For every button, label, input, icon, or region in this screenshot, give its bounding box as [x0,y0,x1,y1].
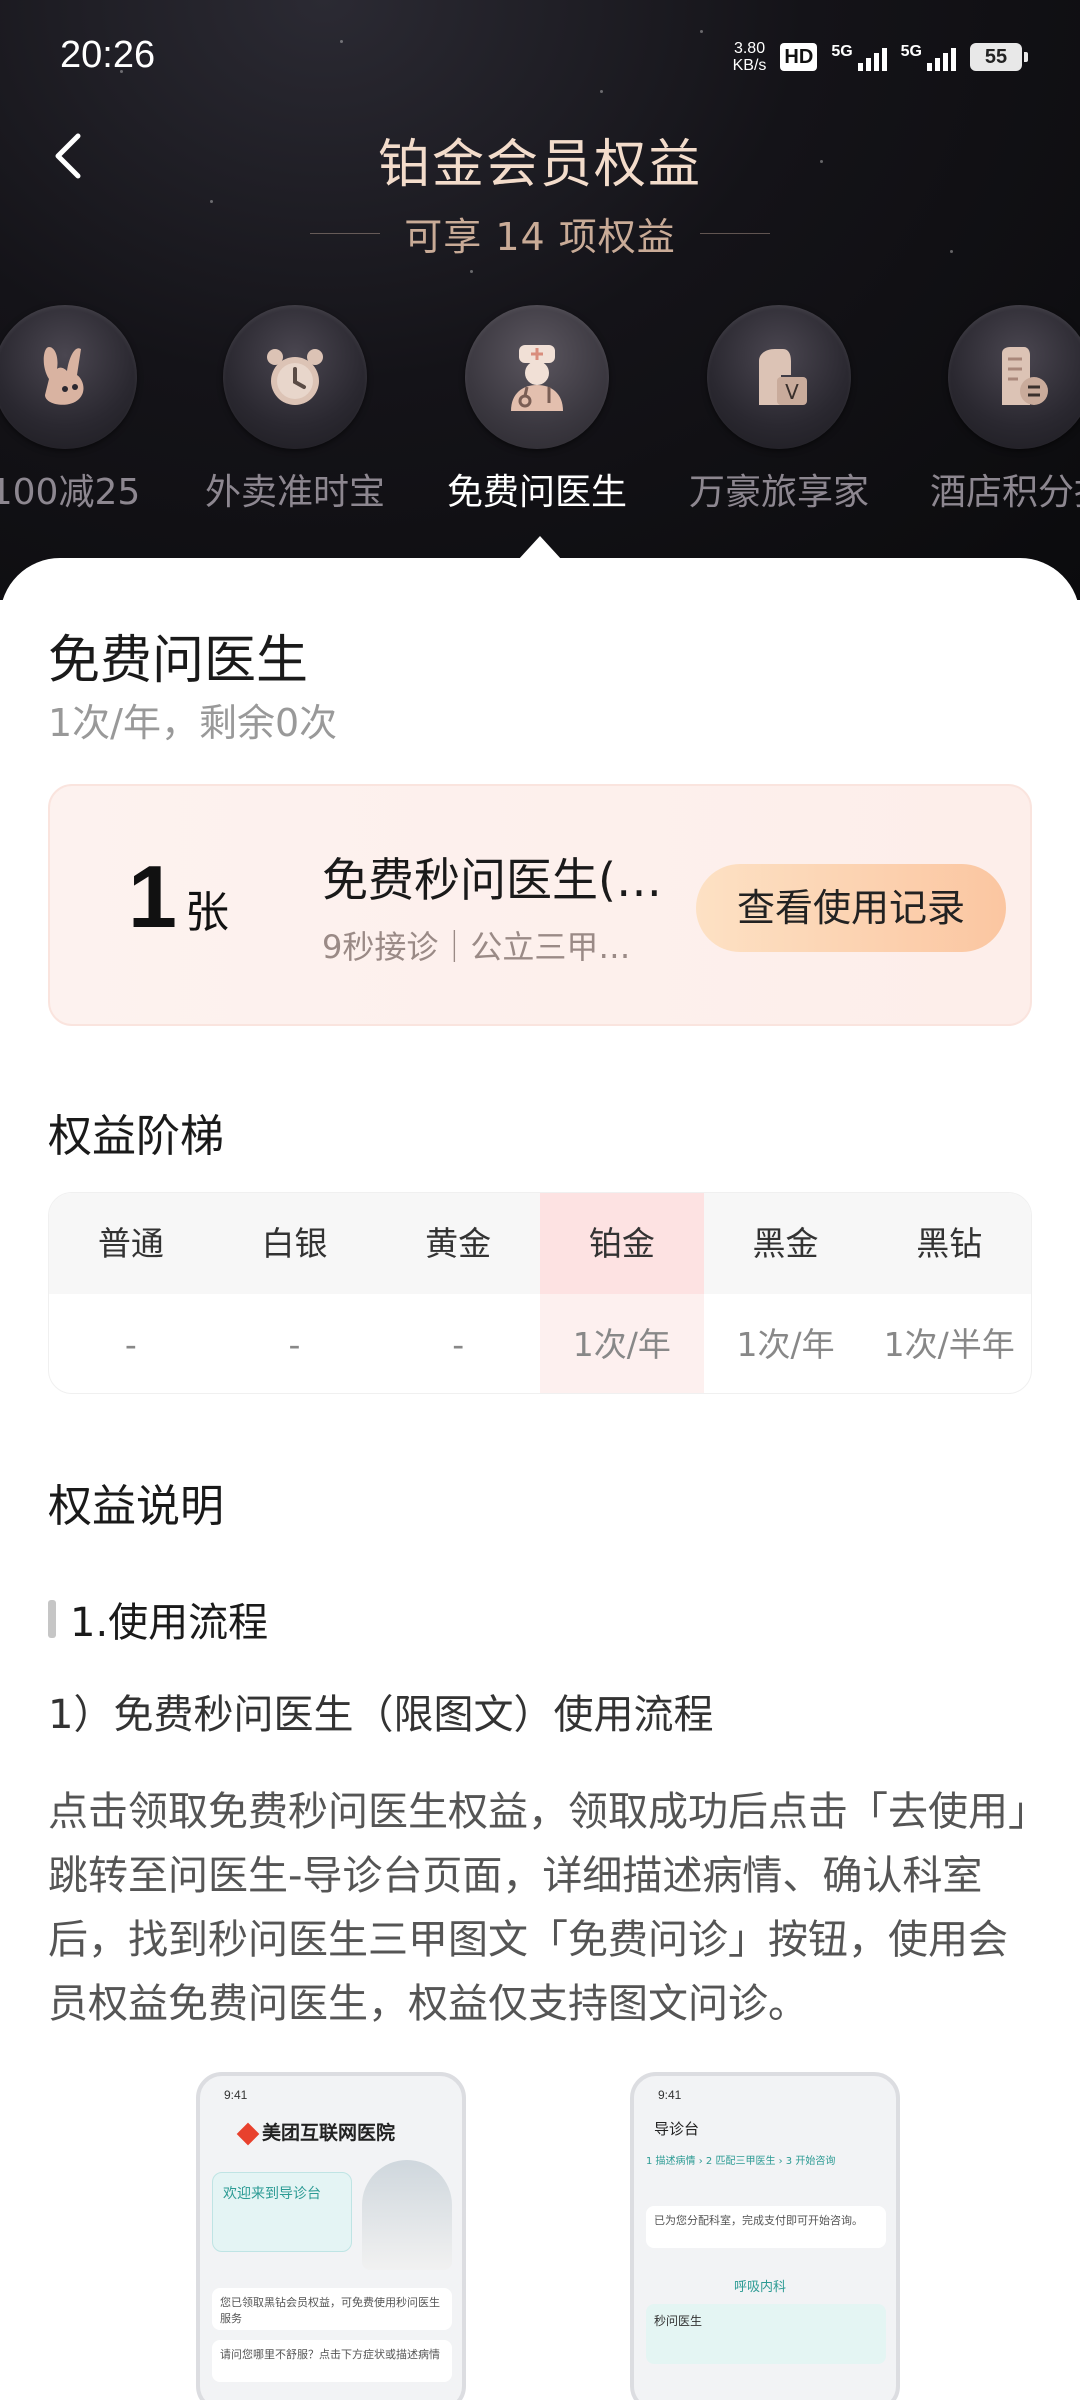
hotel-v-icon: V [759,349,807,405]
tier-value: 1次/半年 [883,1325,1015,1364]
divider [699,233,770,234]
guide-screenshot-right: 9:41 导诊台 1 描述病情 › 2 匹配三甲医生 › 3 开始咨询 已为您分… [630,2072,900,2400]
coupon-name: 免费秒问医生(… [322,853,662,907]
benefit-label: 免费问医生 [446,472,627,513]
benefit-carousel[interactable]: 100减25 外卖准时宝 免费问医生 V 万豪旅享家 酒店积分 [0,305,1080,525]
svg-text:V: V [785,380,799,404]
tier-header: 黑金 [752,1224,819,1263]
page-title: 铂金会员权益 [377,135,702,195]
tier-header: 黑钻 [916,1224,983,1263]
screenshot-message: 您已领取黑钻会员权益，可免费使用秒问医生服务 [212,2288,452,2330]
heading-bar [48,1600,56,1638]
coupon-card: 1 张 免费秒问医生(… 9秒接诊｜公立三甲… 查看使用记录 [48,784,1032,1026]
screenshot-department: 呼吸内科 [734,2280,787,2295]
coupon-count: 1 张 [128,847,229,946]
tier-value-current: 1次/年 [540,1294,704,1393]
guide-screenshot-left: 9:41 美团互联网医院 欢迎来到导诊台 您已领取黑钻会员权益，可免费使用秒问医… [196,2072,466,2400]
benefit-label: 万豪旅享家 [688,472,869,513]
rabbit-icon [43,347,84,405]
doctor-icon [511,345,563,411]
flow-description: 点击领取免费秒问医生权益，领取成功后点击「去使用」跳转至问医生-导诊台页面，详细… [48,1789,1028,2027]
doctor-image [362,2160,452,2270]
tier-table: 普通 白银 黄金 铂金 黑金 黑钻 - - - 1次/年 1次/年 1次/半年 [48,1192,1032,1394]
tier-section-title: 权益阶梯 [48,1111,224,1162]
benefit-item-discount[interactable]: 100减25 [0,305,185,515]
screenshot-title: 导诊台 [654,2120,700,2138]
tier-header: 黄金 [425,1224,492,1263]
view-usage-record-button[interactable]: 查看使用记录 [696,864,1006,952]
tier-value: - [452,1325,465,1364]
detail-title: 免费问医生 [48,631,309,691]
tier-header-current: 铂金 [540,1193,704,1294]
signal-icon: 5G [831,43,887,71]
benefit-label: 100减25 [0,472,141,513]
screenshot-message: 请问您哪里不舒服？点击下方症状或描述病情 [212,2340,452,2382]
benefit-item-marriott[interactable]: V 万豪旅享家 [659,305,899,515]
benefit-label: 外卖准时宝 [204,472,385,513]
screenshot-message: 已为您分配科室，完成支付即可开始咨询。 [646,2206,886,2248]
tier-header-row: 普通 白银 黄金 铂金 黑金 黑钻 [49,1193,1031,1294]
usage-info: 1次/年，剩余0次 [48,701,338,745]
tier-header: 普通 [97,1224,164,1263]
explanation-section-title: 权益说明 [48,1481,224,1532]
tier-header: 白银 [261,1224,328,1263]
benefit-item-hotel-points[interactable]: 酒店积分抵 [900,305,1080,515]
selection-pointer [518,536,562,560]
benefit-item-doctor[interactable]: 免费问医生 [417,305,657,515]
screenshot-title: 美团互联网医院 [236,2118,395,2145]
screenshot-steps: 1 描述病情 › 2 匹配三甲医生 › 3 开始咨询 [646,2156,836,2167]
step-heading: 1.使用流程 [48,1590,268,1648]
tier-value: 1次/年 [736,1325,835,1364]
tier-value: - [288,1325,301,1364]
hospital-logo-icon [236,2122,260,2145]
tier-value-row: - - - 1次/年 1次/年 1次/半年 [49,1294,1031,1393]
status-icons: 3.80 KB/s HD 5G 5G 55 [732,40,1028,74]
hotel-points-icon [1002,347,1048,405]
screenshot-welcome: 欢迎来到导诊台 [212,2172,352,2252]
hd-icon: HD [780,43,818,71]
signal-icon-2: 5G [901,43,956,71]
network-speed: 3.80 KB/s [732,40,767,74]
status-time: 20:26 [60,34,156,76]
screenshot-card: 秒问医生 [646,2304,886,2364]
flow-title: 1）免费秒问医生（限图文）使用流程 [48,1692,714,1738]
divider [310,233,381,234]
alarm-clock-icon [267,349,323,405]
benefit-count: 可享 14 项权益 [404,215,676,259]
tier-value: - [124,1325,137,1364]
benefit-label: 酒店积分抵 [929,472,1080,513]
subtitle-row: 可享 14 项权益 [0,206,1080,261]
status-bar: 20:26 3.80 KB/s HD 5G 5G 55 [0,0,1080,110]
battery-icon: 55 [970,43,1028,71]
benefit-item-delivery[interactable]: 外卖准时宝 [175,305,415,515]
coupon-description: 9秒接诊｜公立三甲… [322,928,631,966]
